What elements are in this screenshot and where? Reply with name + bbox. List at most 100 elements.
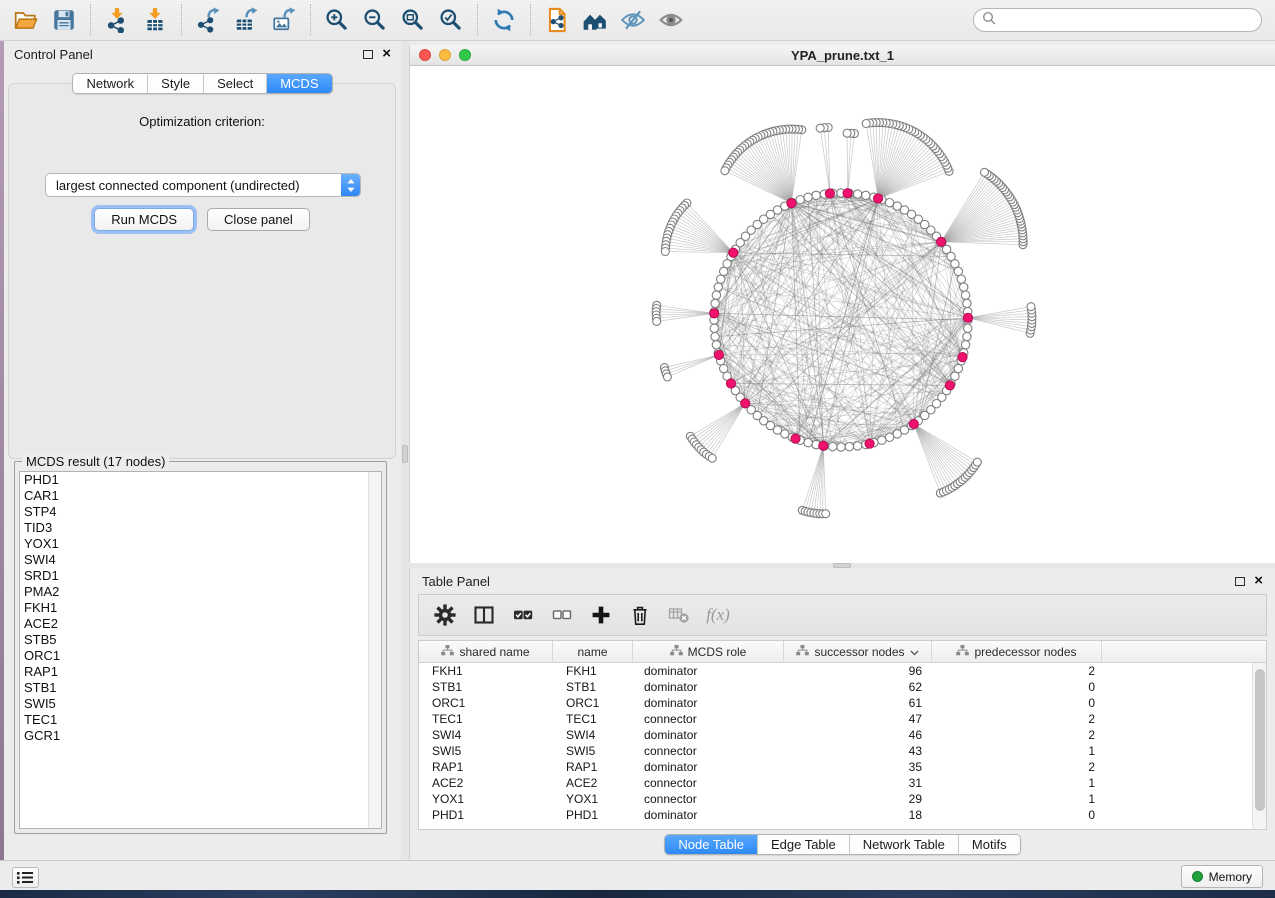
column-header-predecessor-nodes[interactable]: predecessor nodes <box>932 641 1102 662</box>
tab-select[interactable]: Select <box>203 74 266 93</box>
table-cell[interactable]: 62 <box>784 679 932 695</box>
table-cell[interactable]: PHD1 <box>553 807 633 823</box>
mcds-result-item[interactable]: STB5 <box>20 632 381 648</box>
table-cell[interactable]: 0 <box>932 807 1102 823</box>
table-cell[interactable]: dominator <box>633 663 784 679</box>
tab-motifs[interactable]: Motifs <box>958 835 1020 854</box>
hide-graphics-details-icon[interactable] <box>616 3 650 37</box>
mcds-result-item[interactable]: STB1 <box>20 680 381 696</box>
mcds-result-item[interactable]: ACE2 <box>20 616 381 632</box>
search-box[interactable] <box>973 8 1262 32</box>
float-panel-button[interactable] <box>1235 577 1245 586</box>
network-node[interactable] <box>717 275 725 283</box>
mcds-result-item[interactable]: CAR1 <box>20 488 381 504</box>
show-graphics-details-icon[interactable] <box>654 3 688 37</box>
select-all-icon[interactable] <box>511 603 535 627</box>
table-cell[interactable]: YOX1 <box>419 791 553 807</box>
mcds-hub-node[interactable] <box>726 379 735 388</box>
network-node[interactable] <box>653 317 661 325</box>
node-table[interactable]: shared namenameMCDS rolesuccessor nodesp… <box>418 640 1267 830</box>
table-cell[interactable]: 96 <box>784 663 932 679</box>
show-columns-icon[interactable] <box>472 603 496 627</box>
network-node[interactable] <box>712 291 720 299</box>
table-cell[interactable]: 0 <box>932 679 1102 695</box>
network-node[interactable] <box>957 275 965 283</box>
network-node[interactable] <box>885 433 893 441</box>
mcds-hub-node[interactable] <box>787 199 796 208</box>
mcds-hub-node[interactable] <box>819 441 828 450</box>
network-node[interactable] <box>853 190 861 198</box>
table-row[interactable]: RAP1RAP1dominator352 <box>419 759 1266 775</box>
table-cell[interactable]: connector <box>633 791 784 807</box>
network-node[interactable] <box>837 443 845 451</box>
zoom-fit-icon[interactable] <box>396 3 430 37</box>
refresh-icon[interactable] <box>487 3 521 37</box>
table-cell[interactable]: PHD1 <box>419 807 553 823</box>
table-row[interactable]: SWI4SWI4dominator462 <box>419 727 1266 743</box>
table-cell[interactable]: SWI4 <box>553 727 633 743</box>
mcds-hub-node[interactable] <box>825 189 834 198</box>
splitter-grip[interactable] <box>402 445 408 463</box>
mcds-result-item[interactable]: PMA2 <box>20 584 381 600</box>
table-cell[interactable]: connector <box>633 775 784 791</box>
table-row[interactable]: ORC1ORC1dominator610 <box>419 695 1266 711</box>
mcds-hub-node[interactable] <box>843 189 852 198</box>
column-header-successor-nodes[interactable]: successor nodes <box>784 641 932 662</box>
mcds-hub-node[interactable] <box>741 399 750 408</box>
network-graph[interactable] <box>410 66 1275 563</box>
table-cell[interactable]: TEC1 <box>553 711 633 727</box>
network-node[interactable] <box>963 299 971 307</box>
network-node[interactable] <box>829 443 837 451</box>
table-row[interactable]: YOX1YOX1connector291 <box>419 791 1266 807</box>
network-node[interactable] <box>963 332 971 340</box>
float-panel-button[interactable] <box>363 50 373 59</box>
mcds-result-item[interactable]: TID3 <box>20 520 381 536</box>
table-row[interactable]: TEC1TEC1connector472 <box>419 711 1266 727</box>
table-cell[interactable]: 35 <box>784 759 932 775</box>
tab-edge-table[interactable]: Edge Table <box>757 835 849 854</box>
network-node[interactable] <box>843 129 851 137</box>
column-header-name[interactable]: name <box>553 641 633 662</box>
table-cell[interactable]: FKH1 <box>553 663 633 679</box>
mcds-hub-node[interactable] <box>791 434 800 443</box>
table-cell[interactable]: RAP1 <box>553 759 633 775</box>
open-file-icon[interactable] <box>9 3 43 37</box>
mcds-hub-node[interactable] <box>958 353 967 362</box>
save-session-icon[interactable] <box>47 3 81 37</box>
table-cell[interactable]: ACE2 <box>553 775 633 791</box>
tab-network-table[interactable]: Network Table <box>849 835 958 854</box>
tab-node-table[interactable]: Node Table <box>665 835 757 854</box>
memory-button[interactable]: Memory <box>1181 865 1263 888</box>
table-cell[interactable]: RAP1 <box>419 759 553 775</box>
network-node[interactable] <box>845 443 853 451</box>
network-node[interactable] <box>711 299 719 307</box>
network-node[interactable] <box>804 193 812 201</box>
network-node[interactable] <box>878 436 886 444</box>
task-history-button[interactable] <box>12 867 39 888</box>
search-input[interactable] <box>1001 13 1253 27</box>
table-cell[interactable]: 46 <box>784 727 932 743</box>
mcds-hub-node[interactable] <box>945 381 954 390</box>
table-row[interactable]: STB1STB1dominator620 <box>419 679 1266 695</box>
table-cell[interactable]: dominator <box>633 679 784 695</box>
network-node[interactable] <box>981 168 989 176</box>
mcds-result-item[interactable]: TEC1 <box>20 712 381 728</box>
table-cell[interactable]: 1 <box>932 743 1102 759</box>
column-header-shared-name[interactable]: shared name <box>419 641 553 662</box>
tab-style[interactable]: Style <box>147 74 203 93</box>
mcds-hub-node[interactable] <box>865 439 874 448</box>
table-cell[interactable]: STB1 <box>553 679 633 695</box>
table-cell[interactable]: connector <box>633 743 784 759</box>
mcds-result-item[interactable]: STP4 <box>20 504 381 520</box>
column-header-MCDS-role[interactable]: MCDS role <box>633 641 784 662</box>
network-node[interactable] <box>973 458 981 466</box>
network-node[interactable] <box>796 196 804 204</box>
mcds-result-item[interactable]: YOX1 <box>20 536 381 552</box>
table-cell[interactable]: dominator <box>633 695 784 711</box>
network-node[interactable] <box>822 510 830 518</box>
tab-mcds[interactable]: MCDS <box>266 74 331 93</box>
network-window-titlebar[interactable]: YPA_prune.txt_1 <box>410 45 1275 66</box>
network-node[interactable] <box>812 191 820 199</box>
table-cell[interactable]: 29 <box>784 791 932 807</box>
network-node[interactable] <box>960 283 968 291</box>
